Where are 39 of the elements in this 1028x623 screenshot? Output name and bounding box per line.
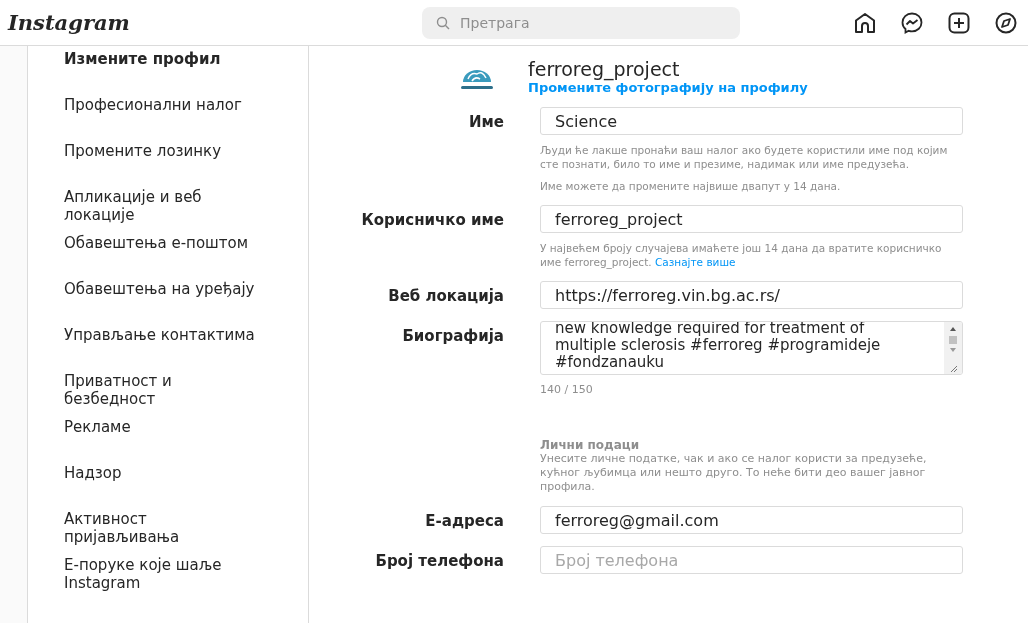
compass-icon[interactable] [994, 10, 1018, 35]
search-field[interactable]: Претрага [422, 6, 740, 39]
field-label: Име [468, 112, 504, 131]
help-text: Име можете да промените највише двапут у 14 дана. [540, 179, 842, 193]
field-label: Е-адреса [424, 511, 504, 530]
bio-field[interactable]: new knowledge required for treatment of multiple sclerosis #ferroreg #programideje #fondzanauku [540, 321, 963, 375]
messenger-icon[interactable] [900, 10, 924, 35]
sidebar-item[interactable]: Промените лозинку [64, 142, 264, 188]
home-icon[interactable] [853, 10, 877, 35]
section-description: Унесите личне податке, чак и ако се налог користи за предузеће, кућног љубимца или нешто друго. То неће бити део вашег јавног профила. [540, 452, 928, 494]
sidebar-item[interactable]: Рекламе [64, 418, 264, 464]
sidebar-item[interactable]: Е-поруке које шаље Instagram [64, 556, 264, 602]
profile-username: ferroreg_project [528, 58, 681, 80]
text-field[interactable]: Science [540, 107, 963, 135]
sidebar-item[interactable]: Активност пријављивања [64, 510, 264, 556]
section-title: Лични подаци [540, 438, 641, 452]
sidebar-item[interactable]: Измените профил [64, 50, 264, 96]
add-icon[interactable] [947, 10, 971, 35]
field-label: Веб локација [387, 286, 504, 305]
sidebar-item[interactable]: Апликације и веб локације [64, 188, 264, 234]
text-field[interactable]: ferroreg@gmail.com [540, 506, 963, 534]
search-icon [436, 15, 450, 30]
help-text: Људи ће лакше пронаћи ваш налог ако будете користили име под којим сте познати, било то име и презиме, надимак или име предузећа. [540, 143, 949, 171]
sidebar-item[interactable]: Обавештења на уређају [64, 280, 264, 326]
text-field[interactable]: ferroreg_project [540, 205, 963, 233]
help-text: У највећем броју случајева имаћете још 14 дана да вратите корисничко име ferroreg_project. Сазнајте више [540, 241, 943, 269]
sidebar-item[interactable]: Приватност и безбедност [64, 372, 264, 418]
field-label: Корисничко име [360, 210, 504, 229]
scrollbar[interactable] [944, 322, 962, 374]
sidebar-item[interactable]: Обавештења е-поштом [64, 234, 264, 280]
sidebar-item[interactable]: Надзор [64, 464, 264, 510]
field-label: Биографија [401, 326, 504, 345]
field-label: Број телефона [374, 551, 504, 570]
app-logo[interactable]: Instagram [8, 10, 422, 35]
character-counter: 140 / 150 [540, 383, 594, 396]
text-field[interactable]: Број телефона [540, 546, 963, 574]
sidebar-item[interactable]: Професионални налог [64, 96, 264, 142]
sidebar-item[interactable]: Управљање контактима [64, 326, 264, 372]
text-field[interactable]: https://ferroreg.vin.bg.ac.rs/ [540, 281, 963, 309]
